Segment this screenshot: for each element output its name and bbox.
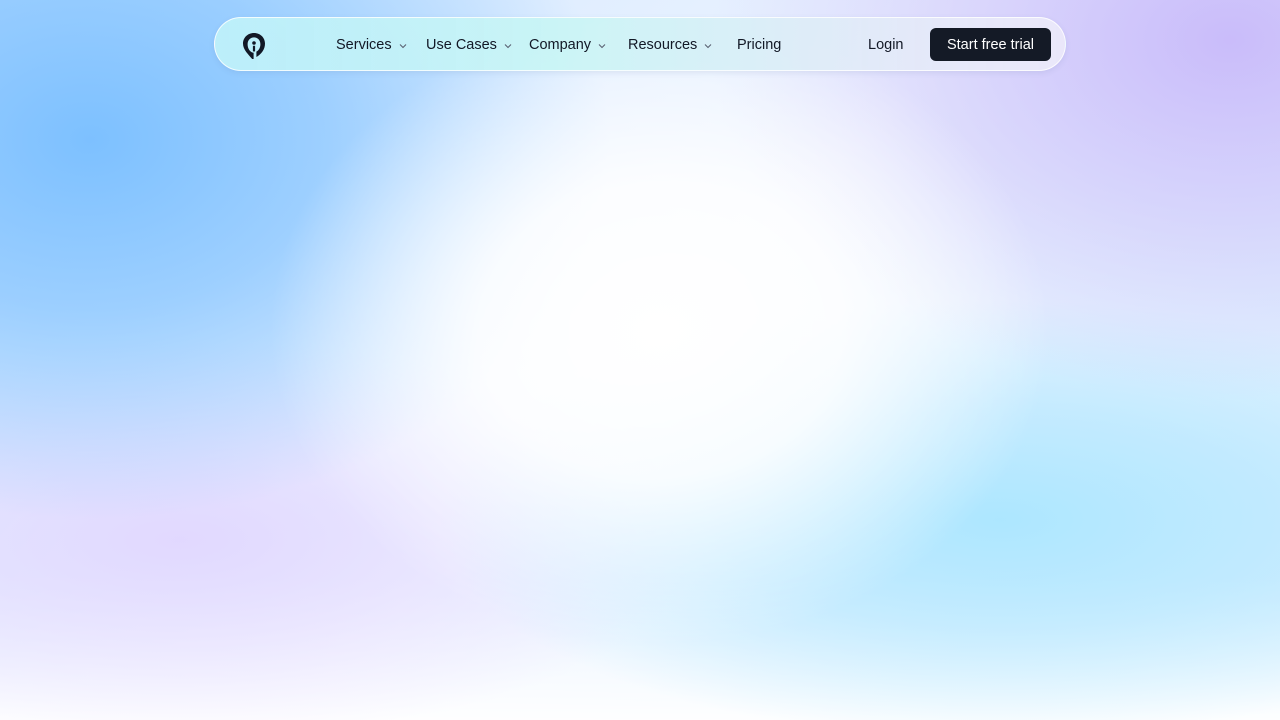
top-navbar: Services Use Cases Company Resources Pri… — [214, 17, 1066, 71]
nav-item-services[interactable]: Services — [336, 18, 408, 72]
chevron-down-icon — [704, 44, 712, 49]
nav-item-use-cases[interactable]: Use Cases — [426, 18, 513, 72]
nav-label: Company — [529, 37, 592, 53]
chevron-down-icon — [598, 44, 606, 49]
start-free-trial-button[interactable]: Start free trial — [930, 28, 1051, 61]
nav-label: Services — [336, 37, 392, 53]
chevron-down-icon — [504, 44, 512, 49]
chevron-down-icon — [399, 44, 406, 49]
hero-gradient-background — [0, 0, 1280, 720]
logo-link[interactable] — [241, 31, 267, 61]
nav-label: Use Cases — [426, 37, 497, 53]
nav-item-resources[interactable]: Resources — [628, 18, 713, 72]
pin-logo-icon — [243, 33, 265, 59]
nav-label: Resources — [628, 37, 698, 53]
nav-label: Pricing — [737, 37, 782, 53]
nav-item-pricing[interactable]: Pricing — [737, 18, 781, 72]
login-link[interactable]: Login — [868, 18, 903, 72]
nav-item-company[interactable]: Company — [529, 18, 607, 72]
